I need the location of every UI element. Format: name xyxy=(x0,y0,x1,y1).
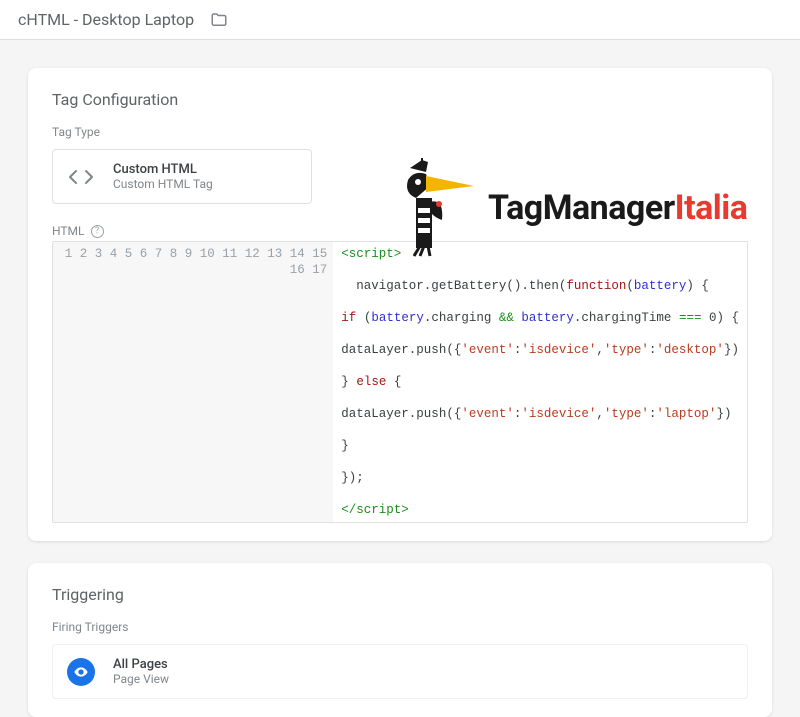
header-bar: cHTML - Desktop Laptop xyxy=(0,0,800,40)
trigger-row[interactable]: All Pages Page View xyxy=(52,644,748,699)
firing-triggers-label: Firing Triggers xyxy=(52,620,748,634)
code-editor[interactable]: 1 2 3 4 5 6 7 8 9 10 11 12 13 14 15 16 1… xyxy=(52,241,748,523)
tag-type-box[interactable]: Custom HTML Custom HTML Tag xyxy=(52,149,312,204)
logo: TagManagerItalia xyxy=(396,158,748,258)
tag-title[interactable]: cHTML - Desktop Laptop xyxy=(18,10,194,29)
card-title-config: Tag Configuration xyxy=(52,90,748,109)
pageview-icon xyxy=(67,658,95,686)
tag-config-card: Tag Configuration Tag Type Custom HTML C… xyxy=(28,68,772,541)
code-lines[interactable]: <script> navigator.getBattery().then(fun… xyxy=(333,242,747,522)
code-gutter: 1 2 3 4 5 6 7 8 9 10 11 12 13 14 15 16 1… xyxy=(53,242,333,522)
folder-icon[interactable] xyxy=(208,9,230,31)
triggering-card: Triggering Firing Triggers All Pages Pag… xyxy=(28,563,772,717)
woodpecker-icon xyxy=(396,158,482,258)
tag-type-desc: Custom HTML Tag xyxy=(113,177,213,191)
content-area: Tag Configuration Tag Type Custom HTML C… xyxy=(0,40,800,717)
trigger-name: All Pages xyxy=(113,657,169,672)
custom-html-icon xyxy=(67,163,95,191)
trigger-desc: Page View xyxy=(113,672,169,686)
tag-type-label: Tag Type xyxy=(52,125,748,139)
html-label: HTML xyxy=(52,224,85,238)
logo-text: TagManagerItalia xyxy=(488,188,748,228)
card-title-trigger: Triggering xyxy=(52,585,748,604)
help-icon[interactable]: ? xyxy=(91,225,104,238)
tag-type-name: Custom HTML xyxy=(113,162,213,177)
